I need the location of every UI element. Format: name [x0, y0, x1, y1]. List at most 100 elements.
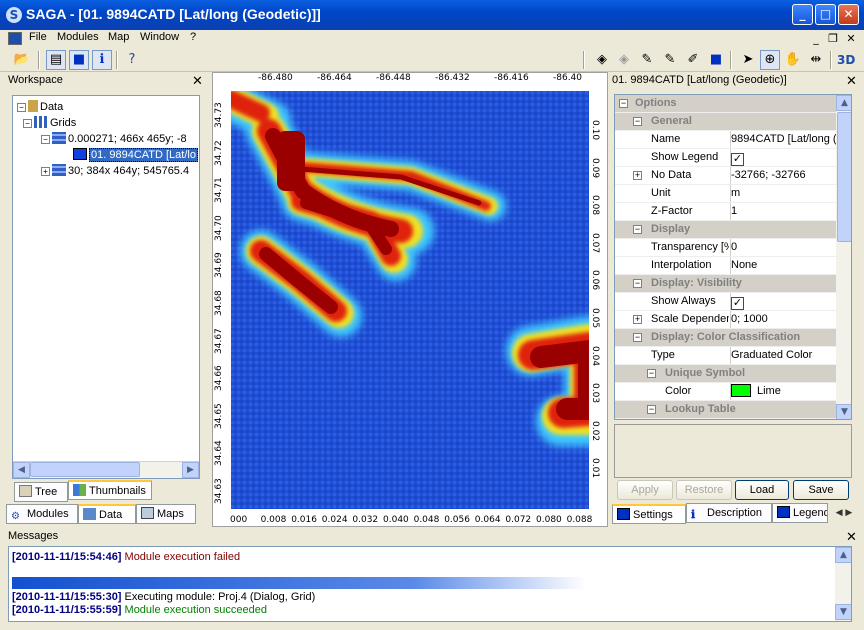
apply-button[interactable]: Apply — [617, 480, 673, 500]
restore-button[interactable]: Restore — [676, 480, 732, 500]
tree-node-grid-system-2[interactable]: +30; 384x 464y; 545765.4 — [41, 164, 189, 177]
mdi-close-button[interactable]: ✕ — [843, 31, 859, 46]
info-icon[interactable]: ℹ — [92, 50, 112, 70]
prop-cat-display[interactable]: − Display — [615, 221, 837, 239]
object-properties-icon[interactable]: ■ — [69, 50, 89, 70]
mdi-minimize-button[interactable]: _ — [808, 31, 824, 46]
help-icon[interactable]: ? — [122, 50, 142, 70]
tab-maps[interactable]: Maps — [136, 504, 196, 524]
tree-icon — [19, 485, 32, 497]
tab-legend[interactable]: Legend — [772, 503, 828, 523]
map-top-tick-label: -86.464 — [317, 73, 352, 83]
menu-modules[interactable]: Modules — [57, 31, 99, 43]
zoom-icon[interactable]: ⊕ — [760, 50, 780, 70]
scroll-up-icon[interactable]: ▲ — [836, 95, 851, 111]
menu-file[interactable]: File — [29, 31, 47, 43]
menu-help[interactable]: ? — [190, 31, 196, 43]
map-left-tick-label: 34.72 — [214, 139, 224, 166]
map-left-tick-label: 34.67 — [214, 327, 224, 354]
prop-type[interactable]: Type Graduated Color — [615, 347, 837, 365]
workspace-toggle-icon[interactable]: ▤ — [46, 50, 66, 70]
tree-hscrollbar[interactable]: ◀ ▶ — [13, 461, 199, 478]
mdi-restore-button[interactable]: ❐ — [825, 31, 841, 46]
prop-cat-unique-symbol[interactable]: − Unique Symbol — [615, 365, 837, 383]
tree-node-data[interactable]: − Data — [17, 100, 63, 113]
prop-cat-options[interactable]: − Options — [615, 95, 837, 113]
tab-scroll-arrows-icon[interactable]: ◀ ▶ — [830, 505, 858, 521]
prop-color[interactable]: Color Lime — [615, 383, 837, 401]
workspace-close-icon[interactable]: ✕ — [192, 75, 203, 88]
title-bar[interactable]: S SAGA - [01. 9894CATD [Lat/long (Geodet… — [0, 0, 864, 30]
prop-show-legend[interactable]: Show Legend ✓ — [615, 149, 837, 167]
load-button[interactable]: Load — [735, 480, 789, 500]
zoom-full-icon[interactable]: ◈ — [592, 50, 612, 70]
tree-node-grid-system-1[interactable]: −0.000271; 466x 465y; -8 — [41, 132, 187, 145]
color-swatch[interactable] — [731, 384, 751, 397]
prop-unit[interactable]: Unit m — [615, 185, 837, 203]
prop-cat-general[interactable]: − General — [615, 113, 837, 131]
show-legend-checkbox[interactable]: ✓ — [731, 153, 744, 166]
scroll-left-icon[interactable]: ◀ — [13, 462, 30, 478]
tab-thumbnails[interactable]: Thumbnails — [68, 480, 152, 500]
menu-map[interactable]: Map — [108, 31, 129, 43]
synchronize-icon[interactable]: ✐ — [683, 50, 703, 70]
property-grid[interactable]: − Options − General Name 9894CATD [Lat/long… — [614, 94, 852, 420]
prop-name[interactable]: Name 9894CATD [Lat/long ( — [615, 131, 837, 149]
prop-z-factor[interactable]: Z-Factor 1 — [615, 203, 837, 221]
3d-view-icon[interactable]: 3D — [836, 50, 856, 70]
scroll-thumb[interactable] — [30, 462, 140, 477]
map-canvas[interactable] — [231, 91, 589, 509]
prop-no-data[interactable]: + No Data -32766; -32766 — [615, 167, 837, 185]
document-icon[interactable] — [8, 32, 22, 45]
minimize-button[interactable]: _ — [792, 4, 813, 25]
grids-icon — [34, 116, 48, 128]
settings-close-icon[interactable]: ✕ — [846, 75, 857, 88]
map-3d-icon[interactable]: ■ — [706, 50, 726, 70]
select-pointer-icon[interactable]: ➤ — [738, 50, 758, 70]
tab-data[interactable]: Data — [78, 504, 136, 524]
scroll-down-icon[interactable]: ▼ — [835, 604, 851, 620]
grid-icon — [73, 148, 87, 160]
messages-title: Messages — [8, 530, 59, 542]
map-right-tick-label: 0.05 — [590, 308, 600, 329]
prop-scale-dependency[interactable]: + Scale Dependen 0; 1000 — [615, 311, 837, 329]
map-view[interactable] — [212, 72, 608, 527]
prop-cat-visibility[interactable]: − Display: Visibility — [615, 275, 837, 293]
distance-icon[interactable]: ⇹ — [806, 50, 826, 70]
zoom-forward-icon[interactable]: ✎ — [637, 50, 657, 70]
workspace-tree[interactable]: − Data − Grids −0.000271; 466x 465y; -8 01… — [12, 95, 200, 479]
scroll-thumb[interactable] — [837, 112, 851, 242]
close-button[interactable]: ✕ — [838, 4, 859, 25]
scroll-down-icon[interactable]: ▼ — [836, 404, 851, 419]
tree-node-grid-9894catd[interactable]: 01. 9894CATD [Lat/lo — [73, 148, 198, 162]
prop-interpolation[interactable]: Interpolation None — [615, 257, 837, 275]
map-bottom-tick-label: 0.056 — [444, 515, 470, 525]
save-button[interactable]: Save — [793, 480, 849, 500]
prop-cat-lookup-table[interactable]: − Lookup Table — [615, 401, 837, 419]
property-vscrollbar[interactable]: ▲ ▼ — [836, 95, 851, 419]
prop-transparency[interactable]: Transparency [% 0 — [615, 239, 837, 257]
description-box — [614, 424, 852, 478]
map-top-tick-label: -86.448 — [376, 73, 411, 83]
tab-description[interactable]: ℹ Description — [686, 503, 772, 523]
pan-hand-icon[interactable]: ✋ — [783, 50, 803, 70]
zoom-back-icon[interactable]: ◈ — [614, 50, 634, 70]
zoom-active-icon[interactable]: ✎ — [660, 50, 680, 70]
tab-settings[interactable]: Settings — [612, 504, 686, 524]
show-always-checkbox[interactable]: ✓ — [731, 297, 744, 310]
messages-close-icon[interactable]: ✕ — [846, 531, 857, 544]
tab-modules[interactable]: ⚙ Modules — [6, 504, 78, 524]
prop-show-always[interactable]: Show Always ✓ — [615, 293, 837, 311]
tree-node-grids[interactable]: − Grids — [23, 116, 76, 129]
menu-window[interactable]: Window — [140, 31, 179, 43]
map-left-tick-label: 34.66 — [214, 365, 224, 392]
scroll-right-icon[interactable]: ▶ — [182, 462, 199, 478]
prop-cat-color-classification[interactable]: − Display: Color Classification — [615, 329, 837, 347]
tab-tree[interactable]: Tree — [14, 482, 68, 502]
messages-log[interactable]: [2010-11-11/15:54:46] Module execution f… — [8, 546, 852, 622]
maximize-button[interactable]: □ — [815, 4, 836, 25]
open-icon[interactable]: 📂 — [12, 50, 32, 70]
scroll-up-icon[interactable]: ▲ — [835, 547, 851, 563]
map-bottom-tick-label: 0.072 — [505, 515, 532, 525]
messages-vscrollbar[interactable]: ▲ ▼ — [835, 547, 851, 621]
